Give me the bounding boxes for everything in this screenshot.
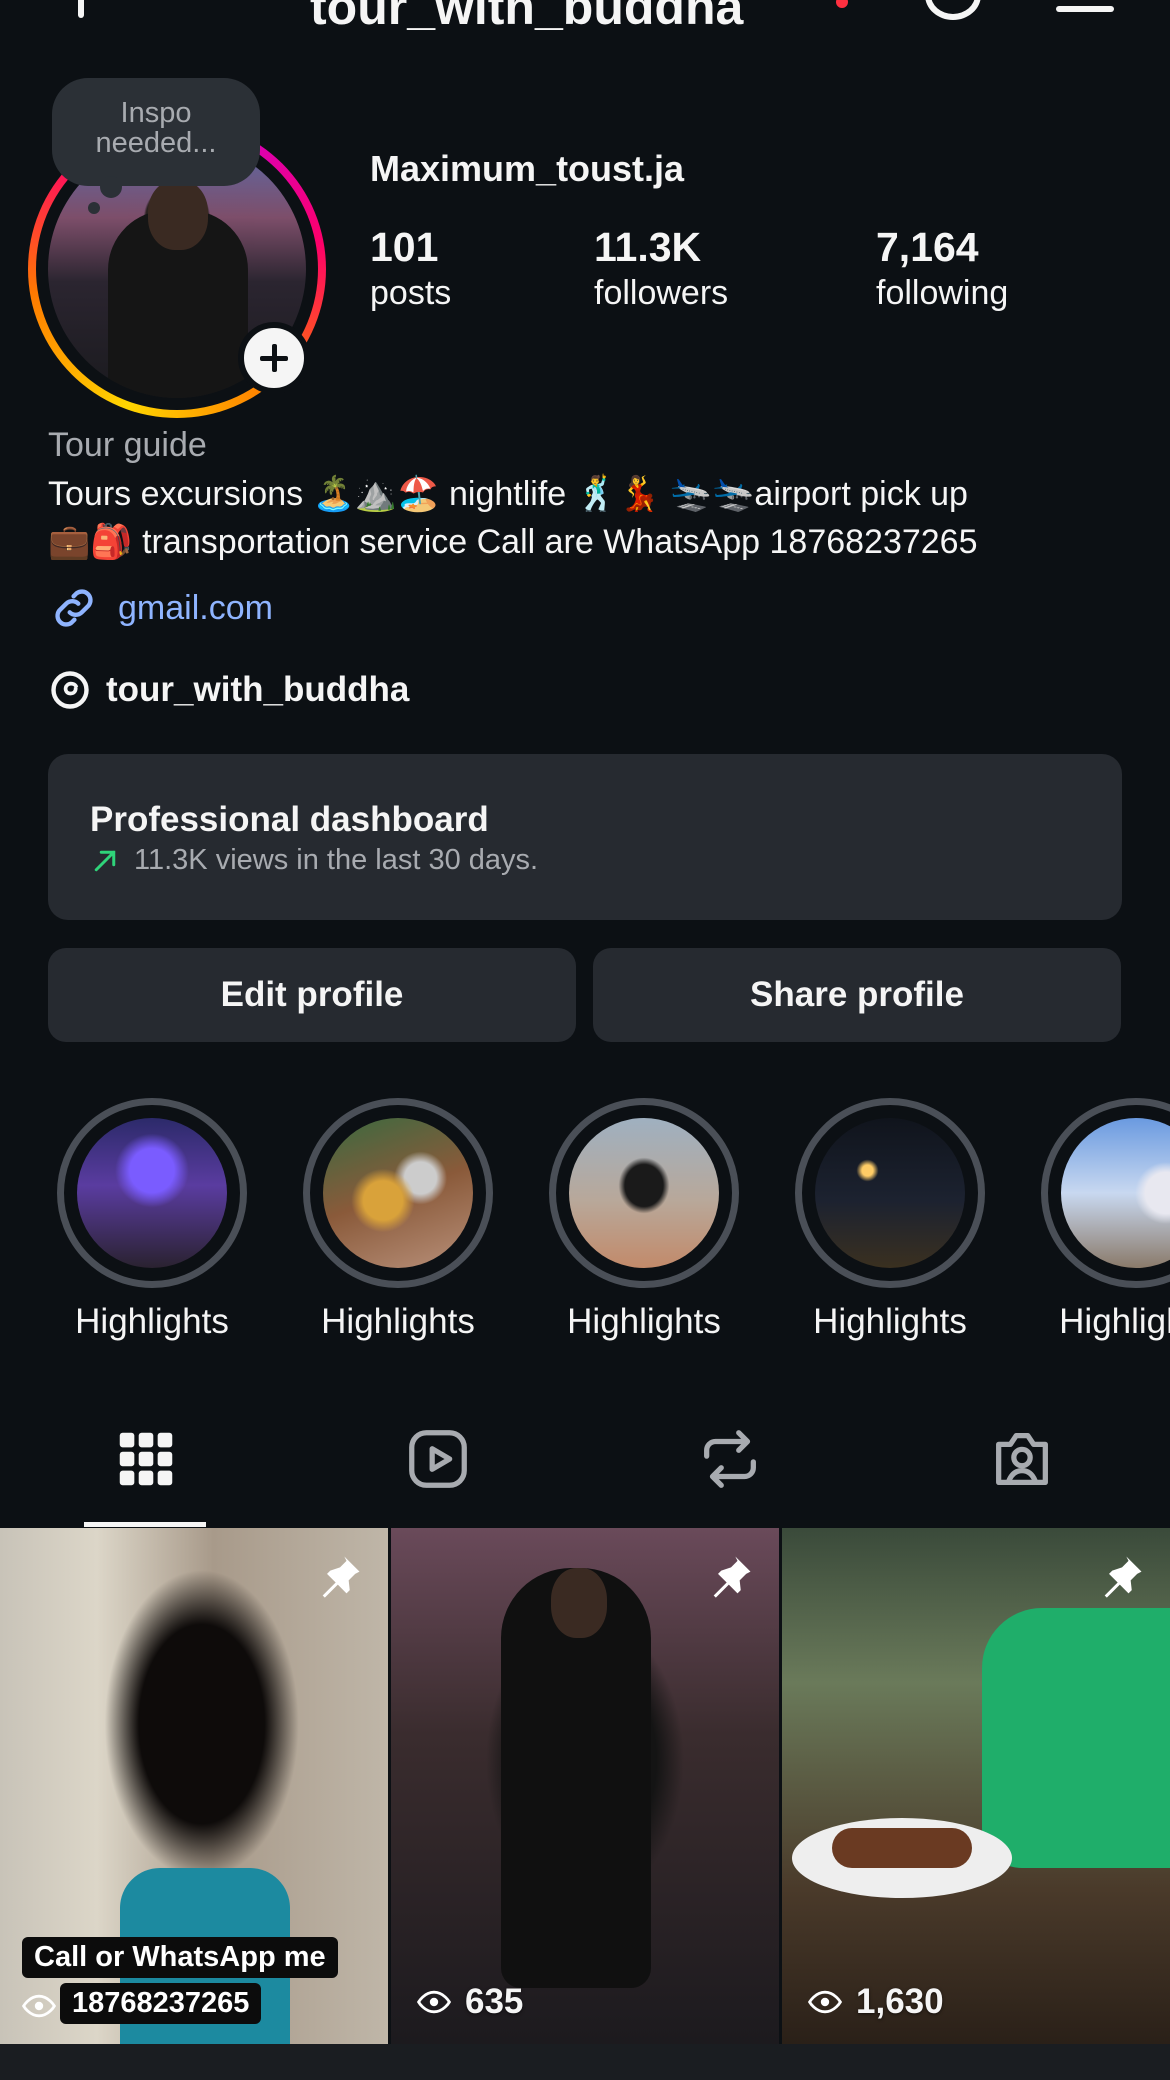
stat-followers[interactable]: 11.3K followers xyxy=(594,222,728,314)
highlight-item[interactable]: Highlights xyxy=(1041,1098,1170,1342)
post-overlay-number: 18768237265 xyxy=(60,1983,262,2024)
posts-grid: Call or WhatsApp me 18768237265 635 1,63… xyxy=(0,1528,1170,2080)
grid-icon xyxy=(119,1432,173,1486)
stat-following[interactable]: 7,164 following xyxy=(876,222,1008,314)
bottom-strip xyxy=(0,2044,1170,2080)
stat-label: followers xyxy=(594,274,729,312)
active-tab-indicator xyxy=(84,1522,206,1527)
tagged-icon xyxy=(996,1433,1048,1485)
note-text-line1: Inspo xyxy=(120,97,192,129)
note-text-line2: needed... xyxy=(95,127,217,159)
post-thumbnail[interactable]: 635 xyxy=(391,1528,779,2044)
post-views-count: 1,630 xyxy=(856,1982,944,2021)
top-bar: tour_with_buddha xyxy=(0,0,1170,30)
notification-dot xyxy=(836,0,848,8)
pin-icon xyxy=(1104,1556,1142,1598)
share-profile-button[interactable]: Share profile xyxy=(593,948,1121,1042)
eye-icon xyxy=(22,1994,56,2018)
pin-icon xyxy=(322,1556,360,1598)
highlight-label: Highlights xyxy=(1059,1302,1170,1341)
highlight-item[interactable]: Highlights xyxy=(549,1098,739,1342)
highlight-cover xyxy=(77,1118,227,1268)
link-text[interactable]: gmail.com xyxy=(118,589,273,628)
post-views: 1,630 xyxy=(808,1982,944,2022)
stat-label: posts xyxy=(370,274,452,312)
post-thumbnail[interactable]: Call or WhatsApp me 18768237265 xyxy=(0,1528,388,2044)
dashboard-subtitle-text: 11.3K views in the last 30 days. xyxy=(134,844,539,876)
tab-reels[interactable] xyxy=(292,1410,584,1526)
tab-reposts[interactable] xyxy=(584,1410,876,1526)
edit-profile-button[interactable]: Edit profile xyxy=(48,948,576,1042)
post-views-count: 635 xyxy=(465,1982,524,2021)
bio-line-2: 💼🎒 transportation service Call are Whats… xyxy=(48,523,978,561)
threads-handle: tour_with_buddha xyxy=(106,670,410,709)
note-bubble[interactable]: Inspo needed... xyxy=(52,78,260,214)
post-overlay-text: Call or WhatsApp me xyxy=(22,1937,338,1978)
add-story-button[interactable] xyxy=(238,322,310,394)
highlight-cover xyxy=(1061,1118,1170,1268)
stat-label: following xyxy=(876,274,1009,312)
highlight-cover xyxy=(815,1118,965,1268)
eye-icon xyxy=(808,1990,842,2014)
highlight-label: Highlights xyxy=(813,1302,967,1341)
highlight-label: Highlights xyxy=(75,1302,229,1341)
link-icon xyxy=(55,589,93,627)
pin-icon xyxy=(713,1556,751,1598)
profile-category: Tour guide xyxy=(48,426,207,464)
highlight-item[interactable]: Highlights xyxy=(303,1098,493,1342)
profile-display-name: Maximum_toust.ja xyxy=(370,148,685,189)
highlight-cover xyxy=(323,1118,473,1268)
profile-tabs xyxy=(0,1410,1170,1527)
profile-link[interactable]: gmail.com xyxy=(48,582,273,634)
dashboard-title: Professional dashboard xyxy=(90,800,489,839)
tab-posts[interactable] xyxy=(0,1410,292,1526)
back-icon[interactable] xyxy=(78,0,84,18)
reposts-icon xyxy=(704,1430,756,1488)
page-title[interactable]: tour_with_buddha xyxy=(310,0,743,30)
post-views xyxy=(22,1992,70,2020)
post-thumbnail[interactable]: 1,630 xyxy=(782,1528,1170,2044)
tab-tagged[interactable] xyxy=(876,1410,1168,1526)
reels-icon xyxy=(409,1430,467,1488)
post-views: 635 xyxy=(417,1982,523,2022)
highlight-cover xyxy=(569,1118,719,1268)
stat-value: 101 xyxy=(370,224,439,270)
stat-value: 7,164 xyxy=(876,224,979,270)
stat-value: 11.3K xyxy=(594,224,702,270)
menu-icon[interactable] xyxy=(1056,6,1114,12)
professional-dashboard[interactable]: Professional dashboard 11.3K views in th… xyxy=(48,754,1122,920)
threads-logo-icon xyxy=(51,671,89,709)
threads-icon[interactable] xyxy=(925,0,981,20)
highlight-label: Highlights xyxy=(321,1302,475,1341)
highlight-item[interactable]: Highlights xyxy=(57,1098,247,1342)
stat-posts[interactable]: 101 posts xyxy=(370,222,451,314)
bio-line-1: Tours excursions 🏝️⛰️🏖️ nightlife 🕺💃 🛬🛬a… xyxy=(48,475,968,513)
eye-icon xyxy=(417,1990,451,2014)
dashboard-subtitle: 11.3K views in the last 30 days. xyxy=(90,844,538,877)
trend-up-icon xyxy=(94,850,116,871)
threads-badge[interactable]: tour_with_buddha xyxy=(48,668,409,712)
highlight-label: Highlights xyxy=(567,1302,721,1341)
highlight-item[interactable]: Highlights xyxy=(795,1098,985,1342)
